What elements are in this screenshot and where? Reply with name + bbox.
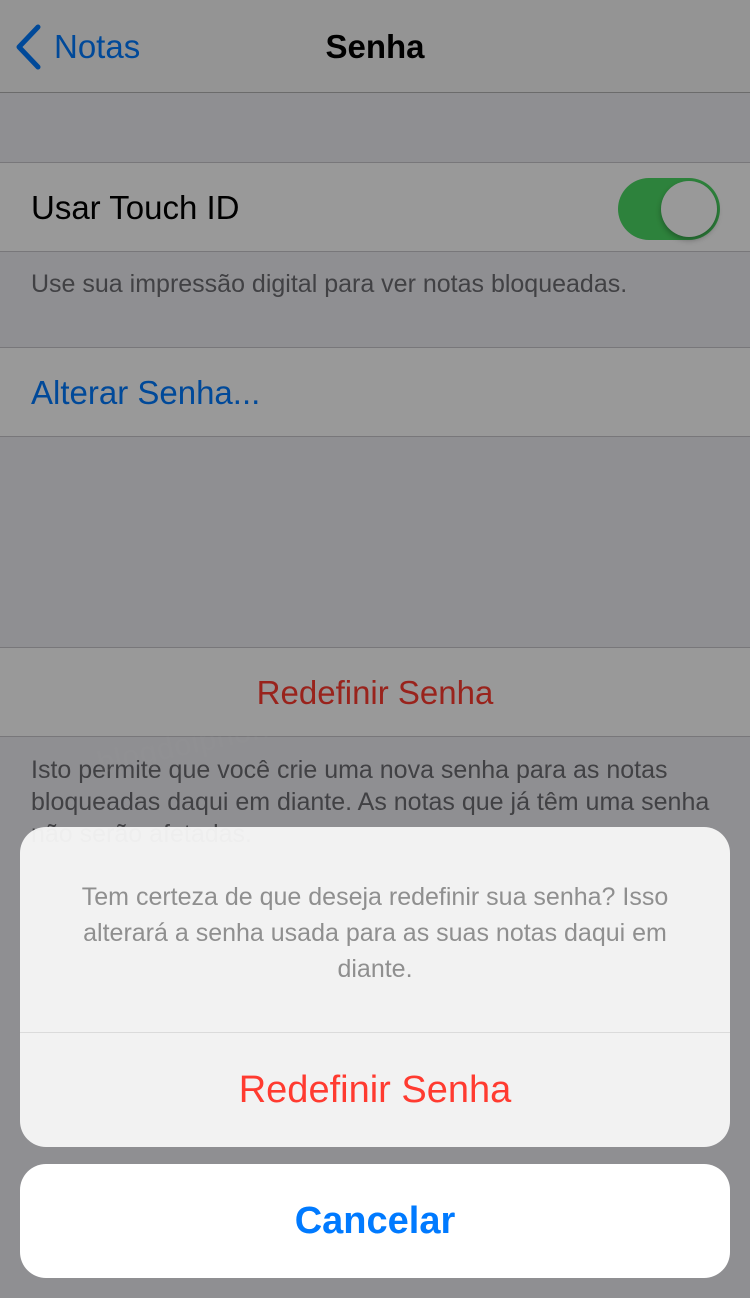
action-sheet-message: Tem certeza de que deseja redefinir sua … [81,883,669,983]
reset-password-button[interactable]: Redefinir Senha [20,1033,730,1147]
action-sheet: Tem certeza de que deseja redefinir sua … [20,827,730,1147]
cancel-button[interactable]: Cancelar [20,1164,730,1278]
